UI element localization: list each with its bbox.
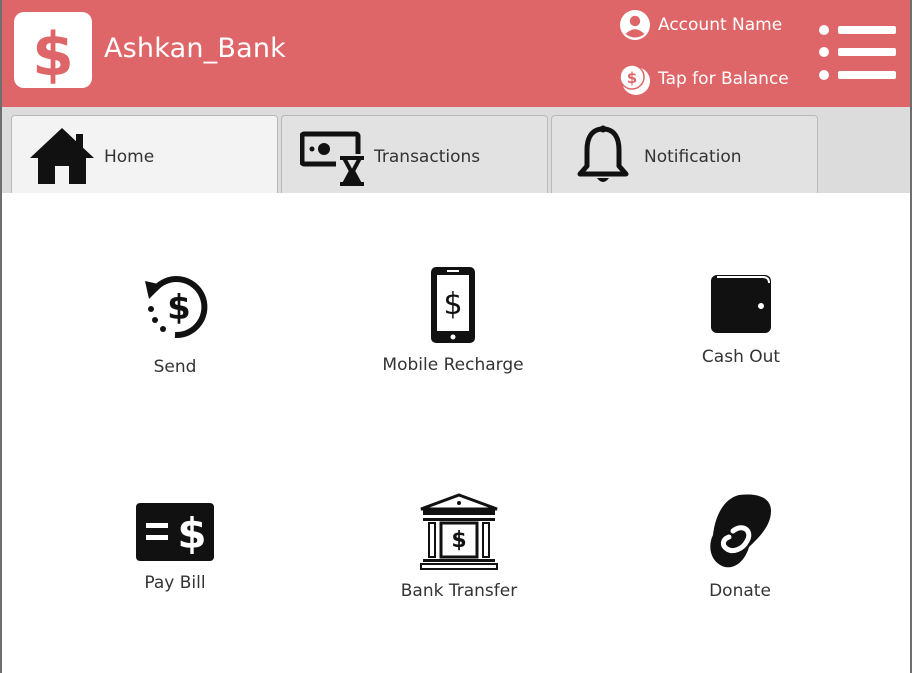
bank-building-icon: $	[420, 493, 498, 570]
logo: $	[14, 12, 92, 88]
balance-label: Tap for Balance	[658, 69, 789, 89]
user-circle-icon	[620, 10, 650, 40]
svg-text:$: $	[177, 509, 206, 558]
bill-dollar-icon: $	[136, 503, 214, 561]
tab-notification[interactable]: Notification	[551, 115, 818, 193]
bell-icon	[577, 125, 629, 182]
svg-text:$: $	[167, 288, 191, 328]
services-grid: $ Send $ Mobile Recharge Cash Out $ Pay …	[2, 193, 910, 673]
svg-text:$: $	[443, 287, 462, 322]
service-cash-out-label: Cash Out	[701, 347, 781, 367]
tab-transactions-label: Transactions	[374, 147, 481, 167]
service-pay-bill[interactable]: $ Pay Bill	[75, 501, 275, 593]
home-icon	[30, 128, 94, 184]
send-money-icon: $	[145, 276, 208, 339]
donate-hand-icon	[710, 494, 771, 568]
service-send[interactable]: $ Send	[75, 267, 275, 377]
mobile-dollar-icon: $	[431, 267, 475, 343]
account-name-label: Account Name	[658, 15, 783, 35]
tab-transactions[interactable]: Transactions	[281, 115, 548, 193]
service-donate-label: Donate	[709, 581, 771, 601]
tab-bar: Home Transactions Notification	[2, 107, 910, 194]
tab-home-label: Home	[104, 147, 155, 167]
app-window: $ Ashkan_Bank Account Name $ Tap for Bal…	[0, 0, 912, 673]
money-hourglass-icon	[300, 131, 366, 186]
service-mobile-recharge-label: Mobile Recharge	[382, 355, 524, 375]
app-title: Ashkan_Bank	[104, 33, 286, 64]
hamburger-menu-icon[interactable]	[814, 22, 900, 84]
service-mobile-recharge[interactable]: $ Mobile Recharge	[353, 265, 553, 375]
dollar-sign-icon: $	[32, 20, 74, 88]
app-header: $ Ashkan_Bank Account Name $ Tap for Bal…	[2, 0, 910, 107]
tab-notification-label: Notification	[644, 147, 742, 167]
service-bank-transfer[interactable]: $ Bank Transfer	[359, 493, 559, 601]
wallet-icon	[711, 275, 771, 333]
svg-text:$: $	[627, 69, 637, 87]
service-pay-bill-label: Pay Bill	[144, 573, 206, 593]
tab-home[interactable]: Home	[11, 115, 278, 194]
svg-text:$: $	[451, 528, 466, 553]
service-bank-transfer-label: Bank Transfer	[400, 581, 518, 601]
service-send-label: Send	[153, 357, 197, 377]
service-cash-out[interactable]: Cash Out	[641, 271, 841, 367]
svg-text:$: $	[32, 20, 74, 88]
service-donate[interactable]: Donate	[640, 491, 840, 601]
coins-icon: $	[619, 64, 650, 95]
